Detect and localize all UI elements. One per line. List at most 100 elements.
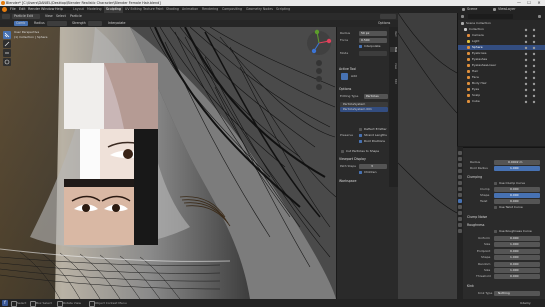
menu-help[interactable]: Help	[55, 6, 63, 13]
tool-cut[interactable]	[3, 40, 11, 48]
material-props-icon[interactable]	[458, 223, 462, 227]
ps-item-2[interactable]: ParticleSystem.001	[343, 107, 372, 112]
world-props-icon[interactable]	[458, 181, 462, 185]
workspace-tab-animation[interactable]: Animation	[182, 6, 198, 13]
menu-view[interactable]: View	[45, 13, 53, 20]
tab-item[interactable]: Item	[390, 31, 397, 37]
clump-noise-section[interactable]: Clump Noise	[467, 214, 487, 220]
texture-props-icon[interactable]	[458, 229, 462, 233]
editor-type-button[interactable]	[2, 14, 10, 19]
menu-render[interactable]: Render	[28, 6, 40, 13]
length-icon	[5, 52, 9, 54]
outliner-display-icon[interactable]	[461, 15, 464, 18]
puff-icon	[4, 59, 10, 65]
uniform-label: Uniform	[478, 236, 490, 240]
children-label: Children	[364, 170, 377, 174]
tool-length[interactable]	[3, 49, 11, 57]
constraint-props-icon[interactable]	[458, 211, 462, 215]
camera-icon	[467, 34, 470, 37]
data-props-icon[interactable]	[458, 217, 462, 221]
menu-select[interactable]: Select	[56, 13, 66, 20]
mode-label: Particle Edit	[14, 14, 33, 18]
children-checkbox[interactable]	[359, 171, 362, 174]
clumping-section[interactable]: Clumping	[467, 174, 482, 180]
deflect-emitter-checkbox[interactable]	[359, 128, 362, 131]
np-mode-label: Mode	[340, 51, 349, 55]
navigation-gizmo[interactable]	[305, 29, 333, 57]
workspace-tab-shading[interactable]: Shading	[166, 6, 179, 13]
workspace-tab-layout[interactable]: Layout	[73, 6, 84, 13]
filter-icon[interactable]	[538, 15, 541, 18]
object-props-icon[interactable]	[458, 187, 462, 191]
interpolate-label[interactable]: Interpolate	[108, 20, 126, 27]
active-tool-section[interactable]: Active Tool	[339, 66, 356, 72]
workspace-tab-compositing[interactable]: Compositing	[222, 6, 242, 13]
viewport-display-section[interactable]: Viewport Display	[339, 156, 366, 162]
preserve-lengths-label: Strand Lengths	[364, 133, 387, 137]
zoom-icon[interactable]	[316, 60, 322, 66]
size2-value: 1.000	[510, 268, 519, 272]
options-section[interactable]: Options	[339, 86, 351, 92]
radius-field[interactable]	[47, 21, 67, 26]
render-props-icon[interactable]	[458, 157, 462, 161]
status-rotate: Rotate View	[63, 301, 81, 305]
workspace-tab-scripting[interactable]: Scripting	[276, 6, 290, 13]
tab-edit[interactable]: Edit	[390, 79, 397, 84]
np-mode-buttons[interactable]	[359, 51, 387, 56]
particle-props-icon[interactable]	[458, 199, 462, 203]
blender-menu-icon[interactable]	[2, 7, 7, 12]
workspace-tab-rendering[interactable]: Rendering	[202, 6, 218, 13]
shape-label: Shape	[480, 193, 490, 197]
cut-particles-checkbox[interactable]	[341, 150, 344, 153]
workspace-section[interactable]: Workspace	[339, 178, 356, 184]
view-layer-selector[interactable]: ViewLayer	[498, 6, 516, 13]
tool-props-icon[interactable]	[458, 151, 462, 155]
preserve-lengths-checkbox[interactable]	[359, 134, 362, 137]
collection-icon	[464, 28, 467, 31]
uniform-value: 0.000	[510, 236, 519, 240]
tool-puff[interactable]	[3, 58, 11, 66]
use-clump-curve-checkbox[interactable]	[494, 182, 497, 185]
tab-tool[interactable]: Tool	[390, 47, 397, 53]
preserve-root-checkbox[interactable]	[359, 140, 362, 143]
shading-buttons[interactable]	[380, 14, 396, 19]
menu-file[interactable]: File	[10, 6, 16, 13]
camera-view-icon[interactable]	[316, 76, 322, 82]
workspace-tab-uv-editing[interactable]: UV Editing	[125, 6, 142, 13]
menu-edit[interactable]: Edit	[19, 6, 26, 13]
roughness-section[interactable]: Roughness	[467, 222, 484, 228]
path-steps-field[interactable]	[359, 164, 387, 169]
outliner-row-scene-collection[interactable]: Scene Collection	[458, 21, 545, 26]
modifier-props-icon[interactable]	[458, 193, 462, 197]
tab-view[interactable]: View	[390, 63, 397, 69]
menu-particle[interactable]: Particle	[70, 13, 82, 20]
kink-section[interactable]: Kink	[467, 283, 474, 289]
mesh-icon	[467, 88, 470, 91]
viewport-right-area[interactable]	[397, 12, 458, 299]
pan-icon[interactable]	[316, 68, 322, 74]
physics-props-icon[interactable]	[458, 205, 462, 209]
view-layer-icon	[493, 8, 496, 11]
tool-comb[interactable]	[3, 31, 11, 39]
interpolate-checkbox[interactable]	[359, 45, 362, 48]
options-dropdown[interactable]: Options	[378, 20, 390, 27]
strength-field[interactable]	[88, 21, 102, 26]
size2-label: Size	[484, 268, 491, 272]
use-roughness-curve-checkbox[interactable]	[494, 230, 497, 233]
use-twist-curve-checkbox[interactable]	[494, 206, 497, 209]
scene-props-icon[interactable]	[458, 175, 462, 179]
output-props-icon[interactable]	[458, 163, 462, 167]
outliner-search-input[interactable]	[468, 14, 513, 19]
menu-window[interactable]: Window	[41, 6, 54, 13]
mesh-icon	[467, 64, 470, 67]
view-layer-props-icon[interactable]	[458, 169, 462, 173]
workspace-tab-geometry-nodes[interactable]: Geometry Nodes	[246, 6, 273, 13]
workspace-tab-modeling[interactable]: Modeling	[87, 6, 102, 13]
scene-selector[interactable]: Scene	[467, 6, 477, 13]
workspace-tab-sculpting[interactable]: Sculpting	[104, 6, 123, 13]
workspace-tab-texture-paint[interactable]: Texture Paint	[143, 6, 164, 13]
perspective-toggle-icon[interactable]	[316, 84, 322, 90]
properties-panel: Radius 0.0002 m Root Radius 1.000 Clumpi…	[457, 147, 545, 300]
active-tool-icon[interactable]	[341, 73, 348, 80]
outliner-visibility-column[interactable]	[518, 27, 544, 105]
